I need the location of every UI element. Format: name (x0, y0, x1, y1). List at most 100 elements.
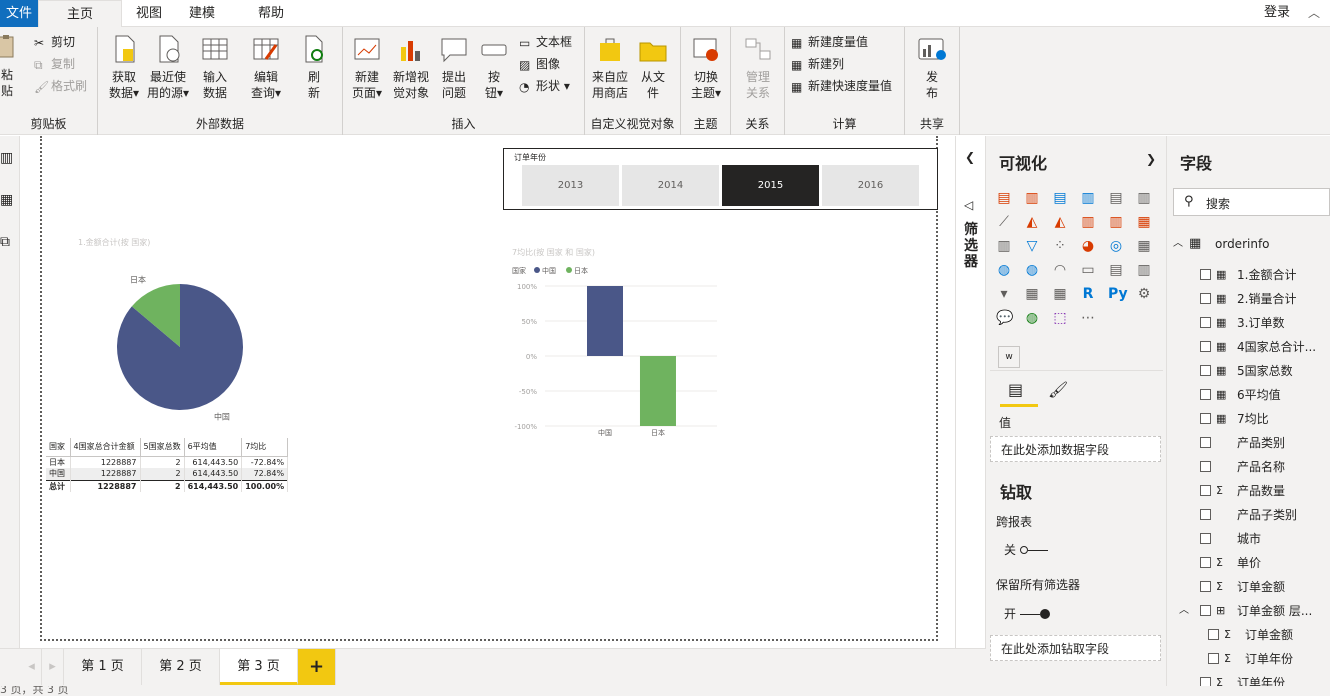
card-icon[interactable]: ▭ (1080, 262, 1096, 278)
bar-中国[interactable] (587, 286, 623, 356)
format-painter-button[interactable]: 🖌 格式刷 (34, 77, 87, 95)
year-slicer[interactable]: 订单年份 2013 2014 2015 2016 (503, 148, 938, 210)
field-checkbox[interactable] (1200, 317, 1211, 328)
stacked-column-icon[interactable]: ▥ (1024, 190, 1040, 206)
more-icon[interactable]: ⋯ (1080, 310, 1096, 326)
slicer-year-2013[interactable]: 2013 (522, 165, 619, 206)
collapse-visualizations-icon[interactable]: ❯ (1146, 152, 1156, 166)
stacked-area-icon[interactable]: ◭ (1052, 214, 1068, 230)
expand-filters-icon[interactable]: ❮ (965, 150, 975, 164)
python-visual-icon[interactable]: Py (1108, 286, 1128, 302)
field-item[interactable]: ︿ ⊞ 订单金额 层... (1167, 599, 1330, 623)
100-bar-icon[interactable]: ▤ (1108, 190, 1124, 206)
new-quick-measure-button[interactable]: ▦ 新建快速度量值 (791, 77, 892, 95)
field-item[interactable]: ▦ 5国家总数 (1167, 359, 1330, 383)
from-store-button[interactable]: 来自应 用商店 (589, 33, 631, 101)
field-item[interactable]: 产品子类别 (1167, 503, 1330, 527)
refresh-button[interactable]: 刷 新 (300, 33, 328, 101)
qa-icon[interactable]: 💬 (996, 310, 1013, 326)
field-checkbox[interactable] (1200, 389, 1211, 400)
fields-search-input[interactable]: ⚲ 搜索 (1173, 188, 1330, 216)
tab-view[interactable]: 视图 (128, 0, 170, 27)
custom-visual-w[interactable]: w (998, 346, 1020, 368)
field-item[interactable]: Σ 单价 (1167, 551, 1330, 575)
area-icon[interactable]: ◭ (1024, 214, 1040, 230)
key-influencers-icon[interactable]: ⚙ (1136, 286, 1152, 302)
page-tab-2[interactable]: 第 2 页 (142, 649, 220, 685)
tab-home[interactable]: 主页 (38, 0, 122, 28)
tab-help[interactable]: 帮助 (250, 0, 292, 27)
field-item[interactable]: 产品名称 (1167, 455, 1330, 479)
copy-button[interactable]: ⧉ 复制 (34, 55, 75, 73)
gauge-icon[interactable]: ◠ (1052, 262, 1068, 278)
values-well[interactable]: 在此处添加数据字段 (990, 436, 1161, 462)
stacked-bar-icon[interactable]: ▤ (996, 190, 1012, 206)
multi-card-icon[interactable]: ▤ (1108, 262, 1124, 278)
field-item[interactable]: ▦ 7均比 (1167, 407, 1330, 431)
paste-button[interactable]: 粘 贴 (0, 33, 18, 99)
field-checkbox[interactable] (1200, 293, 1211, 304)
shapes-button[interactable]: ◔ 形状 ▾ (519, 77, 570, 95)
publish-button[interactable]: 发 布 (915, 33, 949, 101)
recent-sources-button[interactable]: 最近使 用的源▾ (146, 33, 190, 101)
field-checkbox[interactable] (1200, 437, 1211, 448)
map-icon[interactable]: ◍ (996, 262, 1012, 278)
globe-icon[interactable]: ◍ (1024, 310, 1040, 326)
field-checkbox[interactable] (1200, 533, 1211, 544)
donut-icon[interactable]: ◎ (1108, 238, 1124, 254)
page-tab-1[interactable]: 第 1 页 (64, 649, 142, 685)
slicer-year-2016[interactable]: 2016 (822, 165, 919, 206)
matrix-icon[interactable]: ▦ (1052, 286, 1068, 302)
field-checkbox[interactable] (1200, 581, 1211, 592)
table-orderinfo[interactable]: ︿ ▦ orderinfo (1167, 232, 1330, 256)
funnel-icon[interactable]: ▽ (1024, 238, 1040, 254)
clustered-bar-icon[interactable]: ▤ (1052, 190, 1068, 206)
field-checkbox[interactable] (1208, 653, 1219, 664)
field-item[interactable]: Σ 产品数量 (1167, 479, 1330, 503)
tab-model[interactable]: 建模 (180, 0, 224, 27)
field-checkbox[interactable] (1200, 341, 1211, 352)
switch-theme-button[interactable]: 切换 主题▾ (687, 33, 725, 101)
cut-button[interactable]: ✂ 剪切 (34, 33, 75, 51)
data-table[interactable]: 国家 4国家总合计金额 5国家总数 6平均值 7均比 日本 1228887 2 614,443.… (46, 438, 289, 492)
field-item[interactable]: 城市 (1167, 527, 1330, 551)
buttons-button[interactable]: 按 钮▾ (477, 33, 511, 101)
field-item[interactable]: Σ 订单金额 (1167, 575, 1330, 599)
column-header[interactable]: 国家 (46, 438, 71, 457)
slicer-year-2014[interactable]: 2014 (622, 165, 719, 206)
model-view-icon[interactable]: ⧉ (0, 234, 10, 250)
field-checkbox[interactable] (1200, 269, 1211, 280)
pie-icon[interactable]: ◕ (1080, 238, 1096, 254)
field-checkbox[interactable] (1200, 413, 1211, 424)
field-item[interactable]: Σ 订单年份 (1167, 647, 1330, 671)
field-item[interactable]: ▦ 1.金额合计 (1167, 263, 1330, 287)
line-column-icon[interactable]: ▥ (1080, 214, 1096, 230)
field-checkbox[interactable] (1200, 557, 1211, 568)
add-page-button[interactable]: + (298, 649, 336, 685)
table-row[interactable]: 中国 1228887 2 614,443.50 72.84% (46, 468, 289, 480)
next-page-icon[interactable]: ▸ (42, 649, 64, 685)
r-visual-icon[interactable]: R (1080, 286, 1096, 302)
field-checkbox[interactable] (1200, 365, 1211, 376)
textbox-button[interactable]: ▭ 文本框 (519, 33, 572, 51)
column-header[interactable]: 7均比 (241, 438, 289, 457)
clustered-column-icon[interactable]: ▥ (1080, 190, 1096, 206)
100-column-icon[interactable]: ▥ (1136, 190, 1152, 206)
kpi-icon[interactable]: ▥ (1136, 262, 1152, 278)
drillthrough-well[interactable]: 在此处添加钻取字段 (990, 635, 1161, 661)
column-header[interactable]: 4国家总合计金额 (70, 438, 141, 457)
table-icon[interactable]: ▦ (1024, 286, 1040, 302)
from-file-button[interactable]: 从文 件 (635, 33, 671, 101)
enter-data-button[interactable]: 输入 数据 (198, 33, 232, 101)
treemap-icon[interactable]: ▦ (1136, 238, 1152, 254)
bar-chart[interactable]: 国家 中国 日本100%50%0%-50%-100%中国 日本 (505, 262, 725, 442)
column-header[interactable]: 6平均值 (184, 438, 243, 457)
table-total-row[interactable]: 总计 1228887 2 614,443.50 100.00% (46, 479, 289, 492)
field-checkbox[interactable] (1200, 605, 1211, 616)
prev-page-icon[interactable]: ◂ (22, 649, 42, 685)
pie-chart[interactable]: 中国 日本 (100, 270, 270, 430)
field-checkbox[interactable] (1208, 629, 1219, 640)
slicer-year-2015[interactable]: 2015 (722, 165, 819, 206)
manage-relations-button[interactable]: 管理 关系 (739, 33, 777, 101)
new-visual-button[interactable]: 新增视 觉对象 (389, 33, 433, 101)
